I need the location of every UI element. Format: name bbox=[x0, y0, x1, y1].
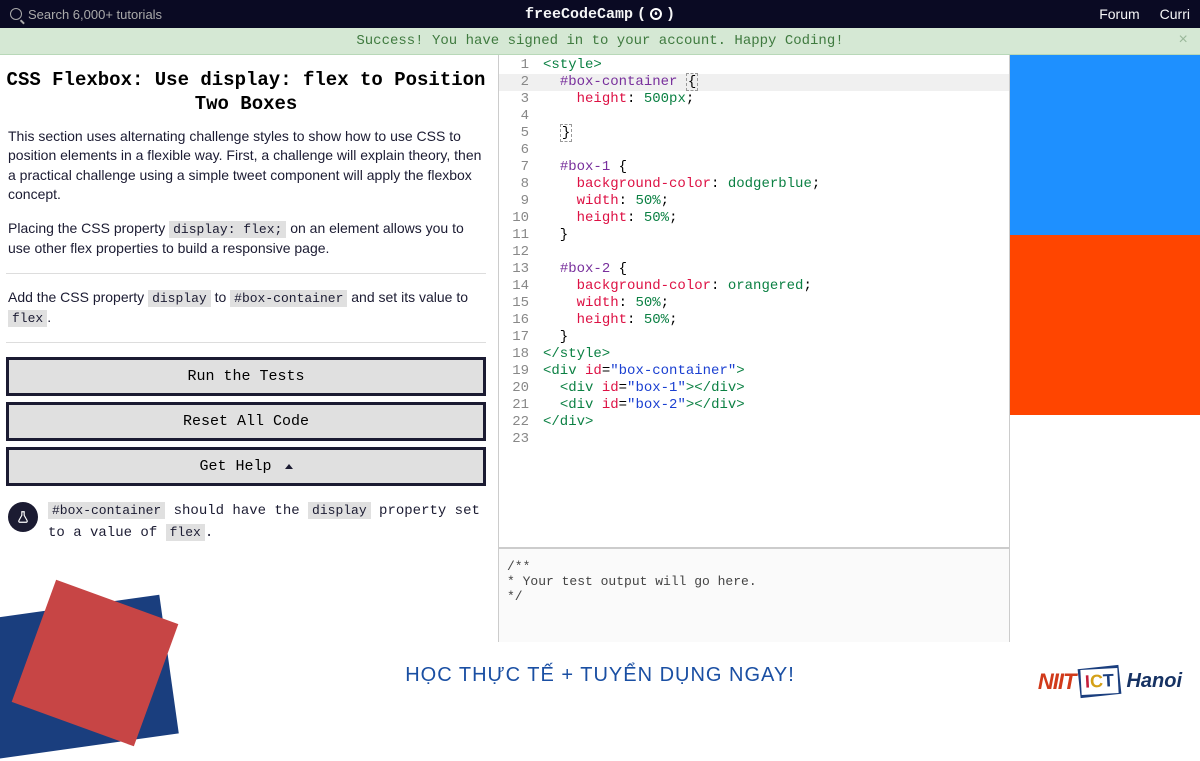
search-placeholder: Search 6,000+ tutorials bbox=[28, 7, 162, 22]
challenge-title: CSS Flexbox: Use display: flex to Positi… bbox=[6, 69, 486, 117]
brand-text: freeCodeCamp bbox=[525, 6, 633, 23]
challenge-instruction: Add the CSS property display to #box-con… bbox=[6, 288, 486, 328]
test-output: /** * Your test output will go here. */ bbox=[499, 547, 1009, 643]
test-text: #box-container should have the display p… bbox=[48, 500, 484, 545]
inline-code: display: flex; bbox=[169, 221, 286, 238]
box-container-preview bbox=[1010, 55, 1200, 415]
close-icon[interactable]: × bbox=[1178, 31, 1188, 49]
test-item: #box-container should have the display p… bbox=[6, 498, 486, 547]
code-editor[interactable]: 1<style> 2 #box-container { 3 height: 50… bbox=[499, 55, 1009, 547]
nav-curriculum[interactable]: Curri bbox=[1160, 6, 1190, 22]
inline-code: #box-container bbox=[230, 290, 347, 307]
brand-parens: ( bbox=[637, 6, 646, 23]
hanoi-text: Hanoi bbox=[1126, 670, 1182, 693]
search-icon bbox=[10, 8, 22, 20]
brand-parens-close: ) bbox=[666, 6, 675, 23]
main-layout: CSS Flexbox: Use display: flex to Positi… bbox=[0, 55, 1200, 643]
run-tests-button[interactable]: Run the Tests bbox=[6, 357, 486, 396]
divider bbox=[6, 342, 486, 343]
output-line: */ bbox=[507, 589, 1001, 604]
ict-box: ICT bbox=[1078, 665, 1122, 698]
niit-text: NIIT bbox=[1038, 669, 1076, 695]
instructions-panel: CSS Flexbox: Use display: flex to Positi… bbox=[0, 55, 498, 643]
reset-code-button[interactable]: Reset All Code bbox=[6, 402, 486, 441]
challenge-para2: Placing the CSS property display: flex; … bbox=[6, 219, 486, 259]
output-line: * Your test output will go here. bbox=[507, 574, 1001, 589]
preview-panel bbox=[1010, 55, 1200, 643]
banner-message: Success! You have signed in to your acco… bbox=[356, 33, 843, 49]
inline-code: flex bbox=[8, 310, 47, 327]
caret-up-icon bbox=[285, 464, 293, 469]
success-banner: Success! You have signed in to your acco… bbox=[0, 28, 1200, 55]
code-editor-panel: 1<style> 2 #box-container { 3 height: 50… bbox=[498, 55, 1010, 643]
challenge-intro: This section uses alternating challenge … bbox=[6, 127, 486, 205]
nav-forum[interactable]: Forum bbox=[1099, 6, 1139, 22]
footer-slogan: HỌC THỰC TẾ + TUYỂN DỤNG NGAY! bbox=[405, 664, 795, 687]
niit-logo: NIIT ICT Hanoi bbox=[1038, 667, 1182, 696]
box-2-preview bbox=[1010, 235, 1200, 415]
box-1-preview bbox=[1010, 55, 1200, 235]
fire-icon bbox=[650, 8, 662, 20]
output-line: /** bbox=[507, 559, 1001, 574]
divider bbox=[6, 273, 486, 274]
get-help-button[interactable]: Get Help bbox=[6, 447, 486, 486]
search-box[interactable]: Search 6,000+ tutorials bbox=[0, 7, 172, 22]
top-header: Search 6,000+ tutorials freeCodeCamp ( )… bbox=[0, 0, 1200, 28]
top-nav: Forum Curri bbox=[1099, 6, 1200, 22]
flask-icon bbox=[8, 502, 38, 532]
brand-logo[interactable]: freeCodeCamp ( ) bbox=[525, 6, 675, 23]
inline-code: display bbox=[148, 290, 211, 307]
footer-banner: HỌC THỰC TẾ + TUYỂN DỤNG NGAY! NIIT ICT … bbox=[0, 642, 1200, 708]
